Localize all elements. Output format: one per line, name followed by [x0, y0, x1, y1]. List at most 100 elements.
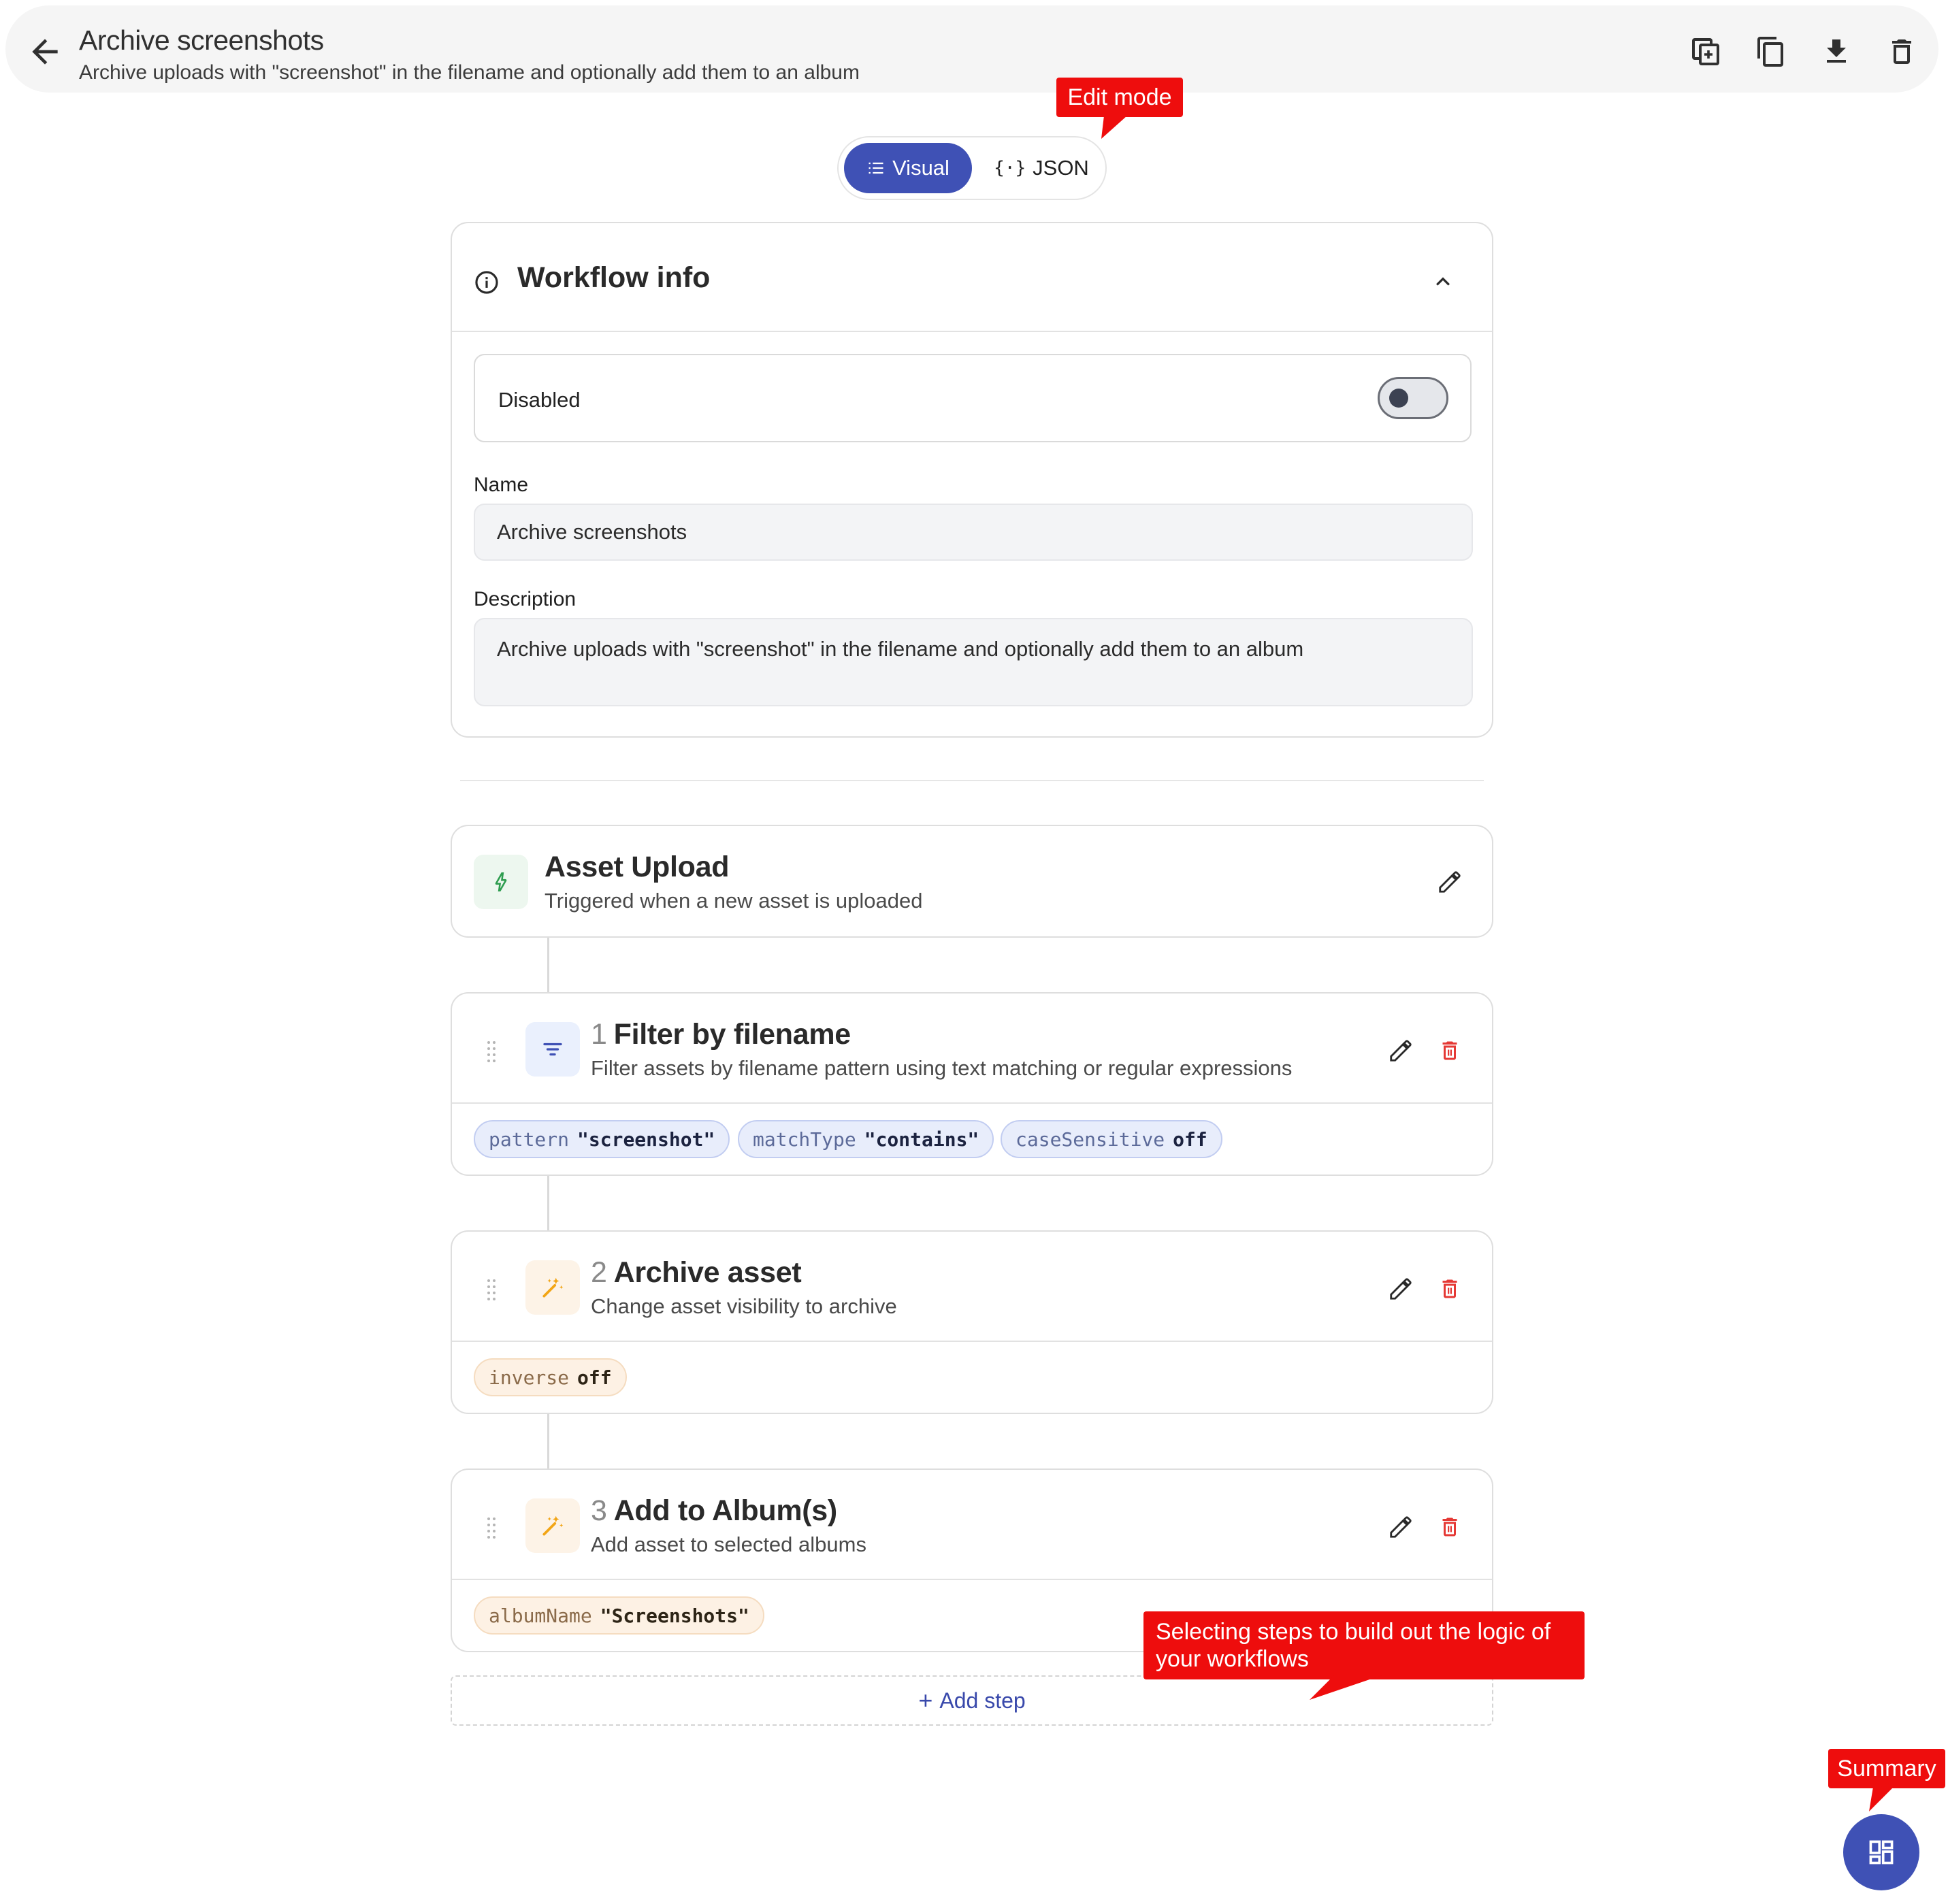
step-card[interactable]: 1 Filter by filename Filter assets by fil… — [451, 992, 1493, 1176]
step-number: 3 — [591, 1494, 607, 1527]
param-key: matchType — [753, 1128, 856, 1151]
summary-button[interactable] — [1843, 1814, 1919, 1890]
callout-pointer — [1310, 1675, 1382, 1700]
description-field[interactable]: Archive uploads with "screenshot" in the… — [474, 618, 1473, 706]
section-divider — [460, 780, 1484, 781]
trash-icon — [1442, 1041, 1457, 1060]
delete-step-button[interactable] — [1433, 1273, 1466, 1305]
steps-hint-callout: Selecting steps to build out the logic o… — [1143, 1611, 1585, 1679]
edit-mode-callout-text: Edit mode — [1067, 84, 1172, 110]
divider — [452, 331, 1492, 332]
step-title: 1 Filter by filename — [591, 1018, 851, 1051]
steps-hint-text: Selecting steps to build out the logic o… — [1156, 1619, 1551, 1672]
visual-mode-button[interactable]: Visual — [844, 143, 972, 193]
trash-icon — [1442, 1517, 1457, 1537]
download-button[interactable] — [1817, 33, 1855, 71]
step-subtitle: Filter assets by filename pattern using … — [591, 1056, 1293, 1080]
divider — [452, 1102, 1492, 1104]
edit-trigger-button[interactable] — [1433, 866, 1466, 898]
list-icon — [869, 162, 883, 174]
param-chip: caseSensitive off — [1001, 1120, 1222, 1158]
step-title-text: Archive asset — [613, 1256, 802, 1289]
param-value: "screenshot" — [577, 1128, 715, 1151]
collapse-button[interactable] — [1429, 268, 1457, 299]
summary-callout-text: Summary — [1837, 1756, 1936, 1782]
drag-handle-icon[interactable] — [486, 1278, 497, 1302]
param-key: inverse — [489, 1366, 570, 1389]
step-subtitle: Add asset to selected albums — [591, 1532, 866, 1556]
step-title-text: Filter by filename — [613, 1018, 851, 1051]
step-icon-box — [525, 1260, 580, 1315]
step-title-text: Add to Album(s) — [613, 1494, 838, 1527]
trigger-card[interactable]: Asset Upload Triggered when a new asset … — [451, 825, 1493, 938]
edit-mode-callout: Edit mode — [1056, 78, 1183, 117]
disabled-row: Disabled — [474, 354, 1472, 442]
param-chip: inverse off — [474, 1358, 627, 1396]
magic-wand-icon — [542, 1515, 564, 1536]
pencil-icon — [1390, 1516, 1412, 1538]
name-label: Name — [474, 474, 529, 496]
param-value: "contains" — [864, 1128, 979, 1151]
divider — [452, 1341, 1492, 1342]
step-number: 2 — [591, 1256, 607, 1289]
toggle-knob — [1389, 389, 1408, 408]
edit-step-button[interactable] — [1384, 1034, 1417, 1067]
param-key: caseSensitive — [1016, 1128, 1165, 1151]
drag-handle-icon[interactable] — [486, 1040, 497, 1064]
delete-workflow-button[interactable] — [1883, 33, 1921, 71]
chevron-up-icon — [1436, 277, 1450, 286]
arrow-left-icon — [32, 39, 58, 65]
copy-icon — [1757, 37, 1783, 67]
summary-callout: Summary — [1828, 1749, 1945, 1788]
dashboard-icon — [1869, 1840, 1894, 1865]
page-subtitle: Archive uploads with "screenshot" in the… — [79, 61, 860, 84]
trigger-subtitle: Triggered when a new asset is uploaded — [545, 889, 923, 913]
delete-icon — [1892, 39, 1911, 64]
step-connector — [547, 1176, 549, 1232]
disabled-toggle[interactable] — [1378, 377, 1448, 419]
param-chip: albumName "Screenshots" — [474, 1596, 764, 1635]
step-connector — [547, 1414, 549, 1470]
pencil-icon — [1390, 1278, 1412, 1300]
step-subtitle: Change asset visibility to archive — [591, 1294, 897, 1318]
duplicate-button[interactable] — [1687, 33, 1725, 71]
info-icon — [475, 271, 498, 294]
duplicate-icon — [1692, 38, 1719, 65]
divider — [452, 1579, 1492, 1580]
trigger-title: Asset Upload — [545, 851, 730, 883]
magic-wand-icon — [542, 1277, 564, 1298]
param-value: off — [1173, 1128, 1207, 1151]
param-value: "Screenshots" — [600, 1604, 749, 1627]
back-button[interactable] — [26, 33, 64, 71]
plus-icon: + — [918, 1686, 933, 1714]
bolt-icon — [495, 872, 507, 892]
param-chip: matchType "contains" — [738, 1120, 994, 1158]
delete-step-button[interactable] — [1433, 1034, 1466, 1067]
param-key: pattern — [489, 1128, 570, 1151]
step-card[interactable]: 2 Archive asset Change asset visibility t… — [451, 1230, 1493, 1414]
filter-icon — [543, 1043, 562, 1056]
pencil-icon — [1390, 1040, 1412, 1062]
param-chip: pattern "screenshot" — [474, 1120, 730, 1158]
drag-handle-icon[interactable] — [486, 1516, 497, 1541]
json-mode-button[interactable]: {·} JSON — [987, 143, 1096, 193]
step-icon-box — [525, 1022, 580, 1077]
workflow-info-title: Workflow info — [517, 261, 711, 294]
edit-step-button[interactable] — [1384, 1273, 1417, 1305]
download-icon — [1827, 39, 1846, 63]
visual-mode-label: Visual — [892, 156, 949, 180]
callout-pointer — [1869, 1787, 1894, 1811]
workflow-info-card: Workflow info Disabled Name Archive scre… — [451, 222, 1493, 738]
add-step-label: Add step — [939, 1688, 1026, 1713]
step-title: 2 Archive asset — [591, 1256, 802, 1290]
delete-step-button[interactable] — [1433, 1511, 1466, 1543]
name-field[interactable]: Archive screenshots — [474, 504, 1473, 561]
description-label: Description — [474, 588, 577, 610]
workflow-header: Archive screenshots Archive uploads with… — [5, 5, 1938, 93]
braces-icon: {·} — [994, 158, 1026, 178]
edit-step-button[interactable] — [1384, 1511, 1417, 1543]
json-mode-label: JSON — [1033, 156, 1089, 180]
disabled-label: Disabled — [498, 388, 581, 412]
copy-button[interactable] — [1752, 33, 1790, 71]
callout-pointer — [1101, 116, 1127, 139]
